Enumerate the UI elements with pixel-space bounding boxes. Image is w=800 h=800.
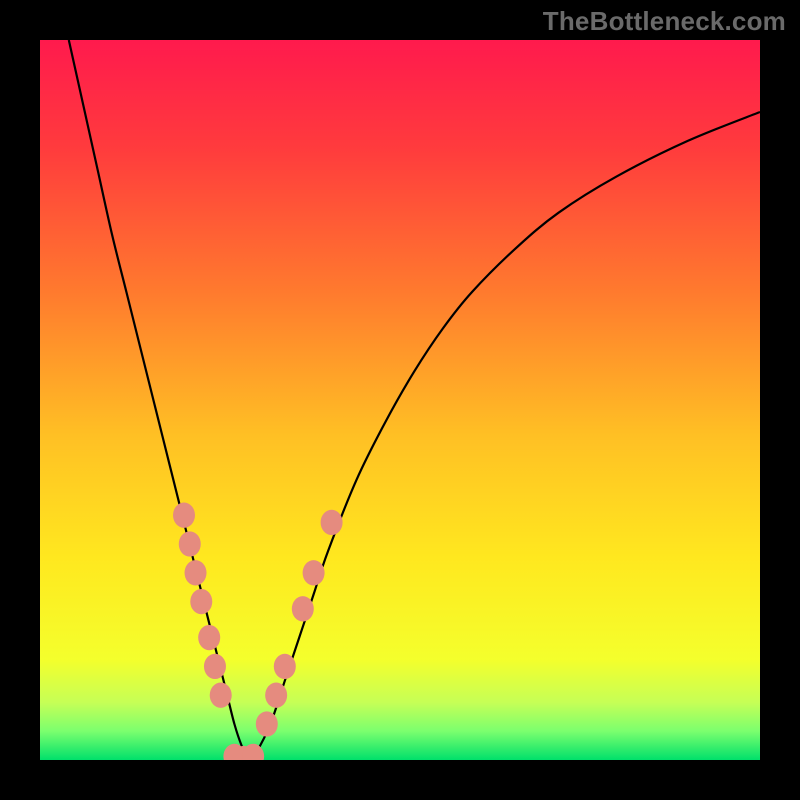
data-marker <box>179 531 201 556</box>
data-marker <box>303 560 325 585</box>
data-marker <box>190 589 212 614</box>
data-marker <box>292 596 314 621</box>
data-marker <box>185 560 207 585</box>
data-marker <box>210 683 232 708</box>
data-marker <box>173 503 195 528</box>
bottleneck-chart <box>40 40 760 760</box>
watermark-text: TheBottleneck.com <box>543 6 786 37</box>
data-marker <box>321 510 343 535</box>
chart-frame: TheBottleneck.com <box>0 0 800 800</box>
data-marker <box>274 654 296 679</box>
data-marker <box>204 654 226 679</box>
data-marker <box>198 625 220 650</box>
gradient-background <box>40 40 760 760</box>
data-marker <box>256 711 278 736</box>
data-marker <box>265 683 287 708</box>
